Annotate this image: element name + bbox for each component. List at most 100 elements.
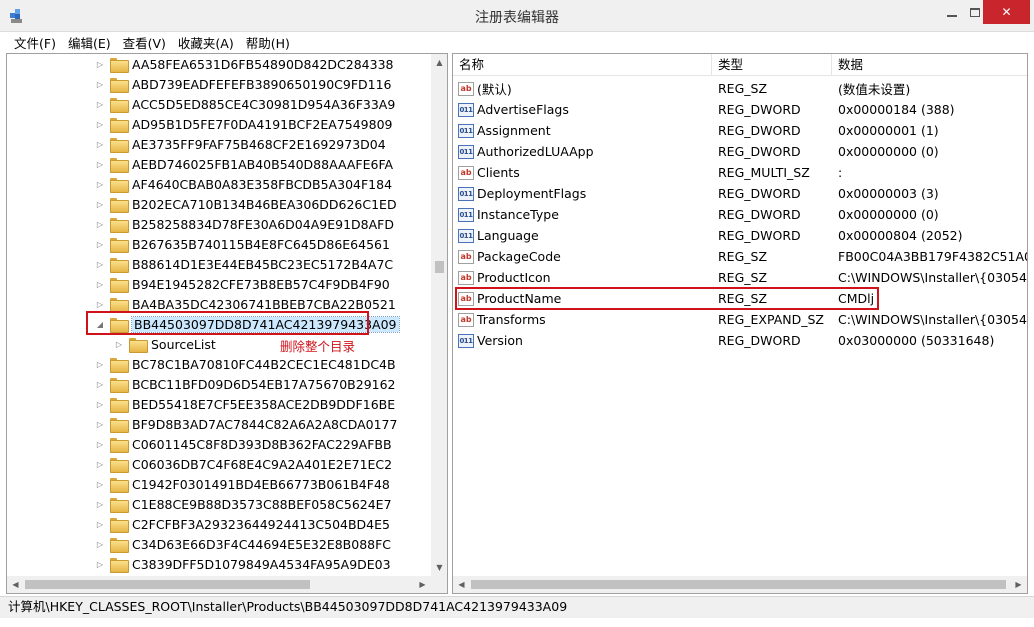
expand-arrow-icon[interactable]: ▷	[95, 359, 105, 369]
tree-item[interactable]: ▷ B88614D1E3E44EB45BC23EC5172B4A7C	[95, 254, 393, 274]
menu-item[interactable]: 收藏夹(A)	[172, 33, 240, 52]
expand-arrow-icon[interactable]: ▷	[95, 279, 105, 289]
tree-horizontal-scrollbar[interactable]: ◀ ▶	[7, 576, 431, 593]
expand-arrow-icon[interactable]: ▷	[95, 459, 105, 469]
tree-item[interactable]: ▷ ACC5D5ED885CE4C30981D954A36F33A9	[95, 94, 395, 114]
expand-arrow-icon[interactable]: ▷	[95, 239, 105, 249]
values-horizontal-scroll-thumb[interactable]	[471, 580, 1006, 589]
scroll-right-arrow-icon[interactable]: ▶	[414, 576, 431, 593]
tree-item[interactable]: ▷ BCBC11BFD09D6D54EB17A75670B29162	[95, 374, 396, 394]
expand-arrow-icon[interactable]: ▷	[95, 79, 105, 89]
title-bar: 注册表编辑器 ✕	[0, 0, 1034, 32]
scroll-up-arrow-icon[interactable]: ▲	[431, 54, 447, 71]
value-row[interactable]: 011 Assignment REG_DWORD 0x00000001 (1)	[453, 120, 1027, 141]
tree-item[interactable]: ▷ ABD739EADFEFEFB3890650190C9FD116	[95, 74, 392, 94]
expand-arrow-icon[interactable]: ▷	[95, 379, 105, 389]
tree-item-label: C34D63E66D3F4C44694E5E32E8B088FC	[132, 536, 392, 552]
scroll-down-arrow-icon[interactable]: ▼	[431, 559, 447, 576]
folder-icon	[110, 437, 129, 453]
expand-arrow-icon[interactable]: ▷	[114, 339, 124, 349]
value-data: 0x00000000 (0)	[838, 207, 939, 222]
menu-item[interactable]: 查看(V)	[117, 33, 172, 52]
minimize-icon	[947, 15, 957, 17]
value-row[interactable]: ab PackageCode REG_SZ FB00C04A3BB179F4382C5…	[453, 246, 1027, 267]
tree-item[interactable]: ▷ C34D63E66D3F4C44694E5E32E8B088FC	[95, 534, 391, 554]
value-row[interactable]: ab (默认) REG_SZ (数值未设置)	[453, 78, 1027, 99]
maximize-button[interactable]	[969, 0, 981, 24]
expand-arrow-icon[interactable]: ▷	[95, 479, 105, 489]
tree-item[interactable]: ▷ C0601145C8F8D393D8B362FAC229AFBB	[95, 434, 392, 454]
value-row[interactable]: 011 AdvertiseFlags REG_DWORD 0x00000184 (38…	[453, 99, 1027, 120]
folder-icon	[110, 157, 129, 173]
binary-value-icon: 011	[458, 102, 474, 117]
menu-item[interactable]: 文件(F)	[8, 33, 62, 52]
value-name: DeploymentFlags	[477, 186, 587, 201]
expand-arrow-icon[interactable]: ▷	[95, 219, 105, 229]
expand-arrow-icon[interactable]: ▷	[95, 119, 105, 129]
tree-item-label: C06036DB7C4F68E4C9A2A401E2E71EC2	[132, 456, 393, 472]
tree-item[interactable]: ▷ C2FCFBF3A29323644924413C504BD4E5	[95, 514, 390, 534]
expand-arrow-icon[interactable]: ▷	[95, 199, 105, 209]
expand-arrow-icon[interactable]: ▷	[95, 559, 105, 569]
tree-item[interactable]: ▷ B94E1945282CFE73B8EB57C4F9DB4F90	[95, 274, 390, 294]
tree-item-sourcelist[interactable]: ▷ SourceList	[114, 334, 216, 354]
tree-item[interactable]: ▷ BC78C1BA70810FC44B2CEC1EC481DC4B	[95, 354, 396, 374]
tree-item[interactable]: ▷ BF9D8B3AD7AC7844C82A6A2A8CDA0177	[95, 414, 397, 434]
tree-item[interactable]: ▷ AE3735FF9FAF75B468CF2E1692973D04	[95, 134, 386, 154]
value-data: C:\WINDOWS\Installer\{030544E	[838, 270, 1027, 285]
tree-vertical-scroll-thumb[interactable]	[435, 261, 444, 273]
expand-arrow-icon[interactable]: ▷	[95, 519, 105, 529]
expand-arrow-icon[interactable]: ▷	[95, 539, 105, 549]
tree-item[interactable]: ▷ AA58FEA6531D6FB54890D842DC284338	[95, 54, 393, 74]
expand-arrow-icon[interactable]: ▷	[95, 439, 105, 449]
tree-item[interactable]: ▷ AF4640CBAB0A83E358FBCDB5A304F184	[95, 174, 392, 194]
tree-item[interactable]: ▷ B258258834D78FE30A6D04A9E91D8AFD	[95, 214, 394, 234]
column-type-header[interactable]: 类型	[712, 54, 832, 76]
maximize-icon	[970, 7, 980, 17]
tree-item[interactable]: ▷ C06036DB7C4F68E4C9A2A401E2E71EC2	[95, 454, 392, 474]
scroll-left-arrow-icon[interactable]: ◀	[453, 576, 470, 593]
tree-item[interactable]: ▷ BED55418E7CF5EE358ACE2DB9DDF16BE	[95, 394, 395, 414]
value-row[interactable]: 011 DeploymentFlags REG_DWORD 0x00000003 (3…	[453, 183, 1027, 204]
value-name: PackageCode	[477, 249, 561, 264]
menu-item[interactable]: 编辑(E)	[62, 33, 117, 52]
tree-item[interactable]: ▷ B267635B740115B4E8FC645D86E64561	[95, 234, 390, 254]
menu-item[interactable]: 帮助(H)	[240, 33, 296, 52]
expand-arrow-icon[interactable]: ▷	[95, 499, 105, 509]
expand-arrow-icon[interactable]: ▷	[95, 99, 105, 109]
value-row[interactable]: ab Transforms REG_EXPAND_SZ C:\WINDOWS\Inst…	[453, 309, 1027, 330]
tree-vertical-scrollbar[interactable]: ▲ ▼	[431, 54, 447, 576]
tree-item[interactable]: ▷ B202ECA710B134B46BEA306DD626C1ED	[95, 194, 397, 214]
minimize-button[interactable]	[935, 0, 969, 24]
value-row[interactable]: 011 Language REG_DWORD 0x00000804 (2052)	[453, 225, 1027, 246]
tree-item[interactable]: ▷ AEBD746025FB1AB40B540D88AAAFE6FA	[95, 154, 393, 174]
tree-item[interactable]: ▷ C1942F0301491BD4EB66773B061B4F48	[95, 474, 390, 494]
scroll-right-arrow-icon[interactable]: ▶	[1010, 576, 1027, 593]
expand-arrow-icon[interactable]: ▷	[95, 179, 105, 189]
value-row[interactable]: ab ProductIcon REG_SZ C:\WINDOWS\Installer\…	[453, 267, 1027, 288]
tree-item[interactable]: ▷ C3839DFF5D1079849A4534FA95A9DE03	[95, 554, 391, 574]
values-horizontal-scrollbar[interactable]: ◀ ▶	[453, 576, 1027, 593]
expand-arrow-icon[interactable]: ▷	[95, 299, 105, 309]
value-name: (默认)	[477, 82, 512, 97]
expand-arrow-icon[interactable]: ▷	[95, 399, 105, 409]
tree-item[interactable]: ▷ AD95B1D5FE7F0DA4191BCF2EA7549809	[95, 114, 393, 134]
scroll-left-arrow-icon[interactable]: ◀	[7, 576, 24, 593]
menu-bar: 文件(F) 编辑(E) 查看(V) 收藏夹(A) 帮助(H)	[0, 32, 1034, 52]
value-row[interactable]: 011 Version REG_DWORD 0x03000000 (50331648)	[453, 330, 1027, 351]
tree-horizontal-scroll-thumb[interactable]	[25, 580, 310, 589]
value-row[interactable]: 011 AuthorizedLUAApp REG_DWORD 0x00000000 (…	[453, 141, 1027, 162]
value-row[interactable]: 011 InstanceType REG_DWORD 0x00000000 (0)	[453, 204, 1027, 225]
expand-arrow-icon[interactable]: ▷	[95, 139, 105, 149]
close-button[interactable]: ✕	[983, 0, 1030, 24]
column-name-header[interactable]: 名称	[453, 54, 712, 76]
tree-item-label: BC78C1BA70810FC44B2CEC1EC481DC4B	[132, 356, 396, 372]
tree-item[interactable]: ▷ C1E88CE9B88D3573C88BEF058C5624E7	[95, 494, 392, 514]
expand-arrow-icon[interactable]: ▷	[95, 259, 105, 269]
expand-arrow-icon[interactable]: ▷	[95, 159, 105, 169]
expand-arrow-icon[interactable]: ▷	[95, 419, 105, 429]
value-name-cell: 011 Assignment	[453, 123, 712, 138]
value-row[interactable]: ab Clients REG_MULTI_SZ:	[453, 162, 1027, 183]
column-data-header[interactable]: 数据	[832, 54, 1027, 76]
expand-arrow-icon[interactable]: ▷	[95, 59, 105, 69]
